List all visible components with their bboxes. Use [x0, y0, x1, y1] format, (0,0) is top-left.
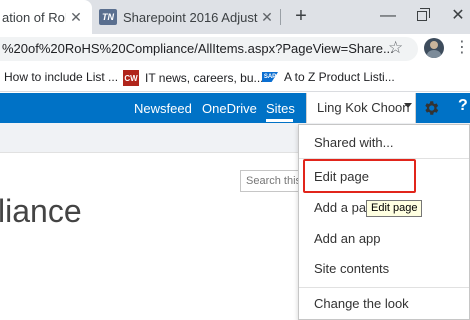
sites-link[interactable]: Sites [266, 101, 295, 116]
new-tab-button[interactable]: + [290, 6, 312, 28]
profile-avatar[interactable] [424, 38, 444, 58]
tab-title: Sharepoint 2016 Adjust Col [123, 9, 261, 25]
tab-title: ation of RoHS [2, 9, 66, 25]
bookmarks-bar: How to include List ... CW IT news, care… [0, 64, 470, 92]
address-bar: %20of%20RoHS%20Compliance/AllItems.aspx?… [0, 34, 470, 64]
help-icon[interactable]: ? [458, 97, 468, 115]
maximize-button[interactable] [410, 6, 434, 28]
highlight-box [303, 159, 416, 193]
user-name: Ling Kok Choon [317, 100, 410, 115]
tab-strip: ation of RoHS ✕ TN Sharepoint 2016 Adjus… [0, 0, 470, 34]
bookmark-label: IT news, careers, bu... [145, 71, 264, 85]
close-tab-icon[interactable]: ✕ [68, 9, 84, 26]
onedrive-link[interactable]: OneDrive [202, 101, 257, 116]
page-title: liance [0, 193, 82, 229]
tab-active[interactable]: ation of RoHS ✕ [0, 0, 92, 34]
newsfeed-link[interactable]: Newsfeed [134, 101, 192, 116]
bookmark-label: How to include List ... [4, 70, 119, 84]
tab-inactive[interactable]: TN Sharepoint 2016 Adjust Col ✕ [93, 0, 275, 34]
active-link-indicator [266, 119, 293, 122]
restore-icon [417, 8, 430, 21]
gear-icon[interactable] [422, 99, 440, 117]
menu-item-change-look[interactable]: Change the look [314, 296, 409, 311]
cw-favicon-icon: CW [123, 70, 139, 86]
menu-item-site-contents[interactable]: Site contents [314, 261, 389, 276]
tooltip: Edit page [366, 200, 423, 217]
close-window-button[interactable]: ✕ [446, 6, 470, 28]
browser-menu-icon[interactable]: ⋮ [454, 38, 470, 58]
menu-item-add-app[interactable]: Add an app [314, 231, 381, 246]
chevron-down-icon [404, 103, 412, 108]
menu-divider [299, 287, 469, 288]
search-placeholder: Search this [246, 175, 302, 187]
user-menu-button[interactable]: Ling Kok Choon [306, 93, 416, 123]
settings-menu: Shared with... Edit page Add a page Add … [298, 124, 470, 320]
url-text: %20of%20RoHS%20Compliance/AllItems.aspx?… [2, 41, 394, 56]
sap-favicon-icon: SAP [262, 72, 278, 82]
bookmark-star-icon[interactable]: ☆ [388, 38, 403, 58]
url-field[interactable]: %20of%20RoHS%20Compliance/AllItems.aspx?… [0, 37, 418, 61]
bookmark-item[interactable]: How to include List ... [4, 70, 118, 84]
menu-item-shared-with[interactable]: Shared with... [314, 135, 394, 150]
bookmark-label: A to Z Product Listi... [284, 70, 395, 84]
browser-window: ation of RoHS ✕ TN Sharepoint 2016 Adjus… [0, 0, 470, 320]
bookmark-item[interactable]: CW IT news, careers, bu... [123, 70, 264, 86]
tab-separator [280, 9, 281, 25]
tn-favicon-icon: TN [99, 9, 117, 25]
close-tab-icon[interactable]: ✕ [259, 9, 275, 26]
bookmark-item[interactable]: SAP A to Z Product Listi... [262, 70, 395, 84]
minimize-button[interactable]: — [376, 6, 400, 28]
